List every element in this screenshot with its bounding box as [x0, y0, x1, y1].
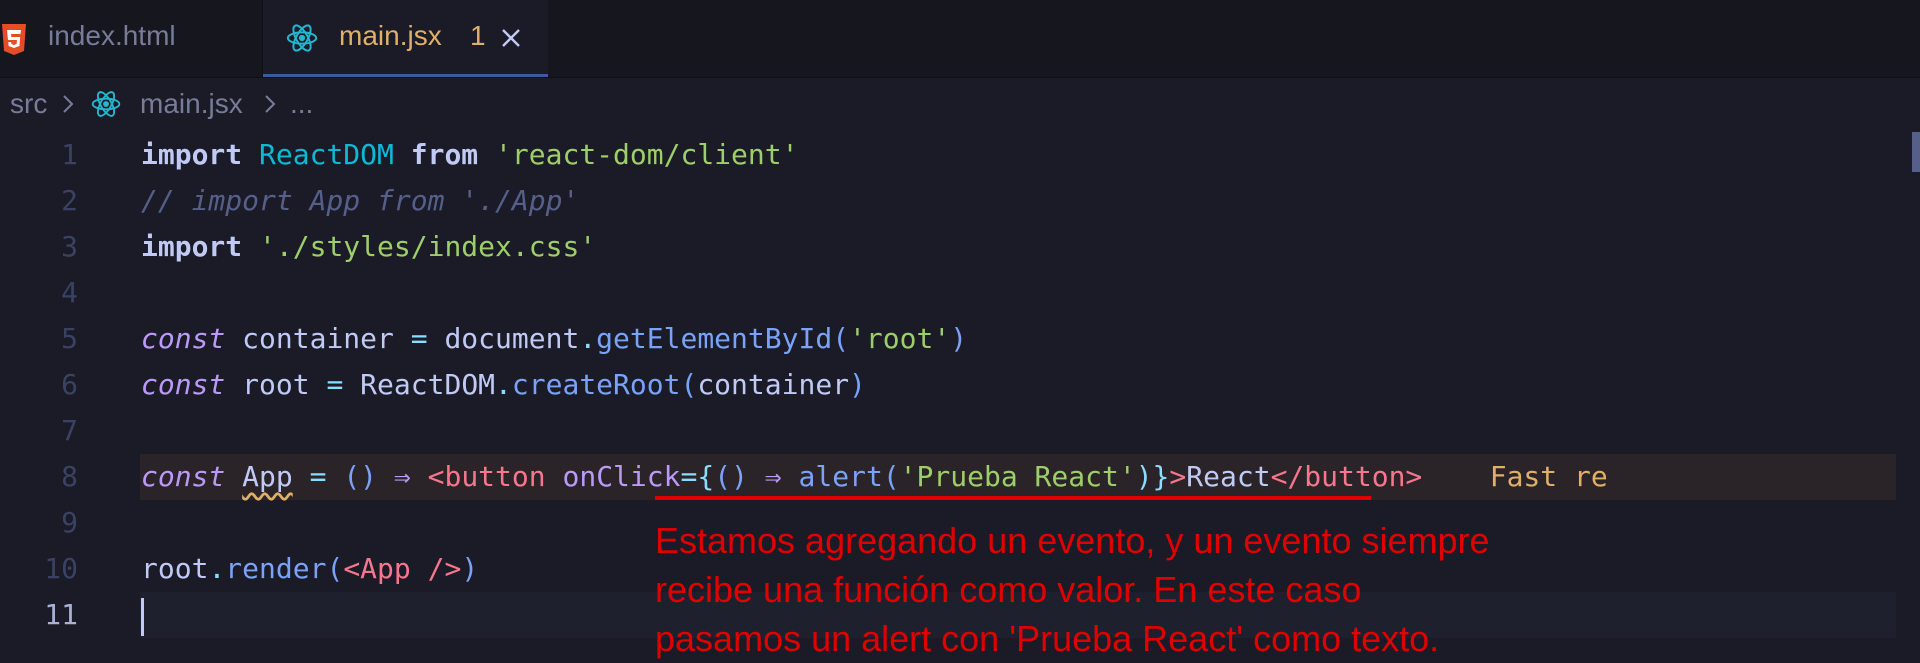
breadcrumb-folder[interactable]: src: [10, 88, 47, 120]
line-number: 5: [61, 322, 78, 355]
tab-index-html[interactable]: index.html: [0, 0, 262, 77]
code-text: import ReactDOM from 'react-dom/client': [141, 138, 799, 171]
breadcrumb-file[interactable]: main.jsx: [140, 88, 243, 120]
code-line-highlighted: 8 const App = () ⇒ <button onClick={() ⇒…: [0, 454, 1920, 500]
code-text: const container = document.getElementByI…: [141, 322, 968, 355]
chevron-right-icon: [63, 95, 74, 113]
breadcrumb-symbols[interactable]: ...: [290, 88, 313, 120]
line-number: 3: [61, 230, 78, 263]
code-line: 2 // import App from './App': [0, 178, 1920, 224]
html5-icon: [2, 24, 26, 55]
code-line: 7: [0, 408, 1920, 454]
line-number: 6: [61, 368, 78, 401]
tab-label: index.html: [48, 20, 176, 51]
code-line: 5 const container = document.getElementB…: [0, 316, 1920, 362]
warning-squiggle: App: [242, 460, 293, 493]
tab-bar: index.html main.jsx 1: [0, 0, 1920, 78]
code-line: 3 import './styles/index.css': [0, 224, 1920, 270]
code-text: // import App from './App': [141, 184, 580, 217]
tab-label: main.jsx: [339, 20, 442, 51]
annotation-note: Estamos agregando un evento, y un evento…: [655, 520, 1490, 659]
line-number: 2: [61, 184, 78, 217]
code-line: 6 const root = ReactDOM.createRoot(conta…: [0, 362, 1920, 408]
line-number: 9: [61, 506, 78, 539]
text-cursor: [141, 598, 144, 636]
line-number: 4: [61, 276, 78, 309]
inline-diagnostic-hint: Fast re: [1489, 460, 1608, 493]
chevron-right-icon: [265, 95, 276, 113]
line-number: 7: [61, 414, 78, 447]
react-icon: [91, 91, 121, 117]
breadcrumb: src main.jsx ...: [0, 78, 1920, 132]
code-text: import './styles/index.css': [141, 230, 597, 263]
line-number: 11: [44, 598, 78, 631]
code-text: root.render(<App />): [141, 552, 479, 585]
react-icon: [286, 24, 318, 52]
line-number: 8: [61, 460, 78, 493]
tab-main-jsx[interactable]: main.jsx 1: [263, 0, 548, 77]
line-number: 10: [44, 552, 78, 585]
code-line: 1 import ReactDOM from 'react-dom/client…: [0, 132, 1920, 178]
code-text: const root = ReactDOM.createRoot(contain…: [141, 368, 866, 401]
annotation-underline: [655, 496, 1371, 500]
close-icon[interactable]: [499, 26, 523, 50]
code-line: 4: [0, 270, 1920, 316]
code-text: const App = () ⇒ <button onClick={() ⇒ a…: [141, 460, 1608, 493]
line-number: 1: [61, 138, 78, 171]
problem-count-badge: 1: [470, 20, 486, 51]
